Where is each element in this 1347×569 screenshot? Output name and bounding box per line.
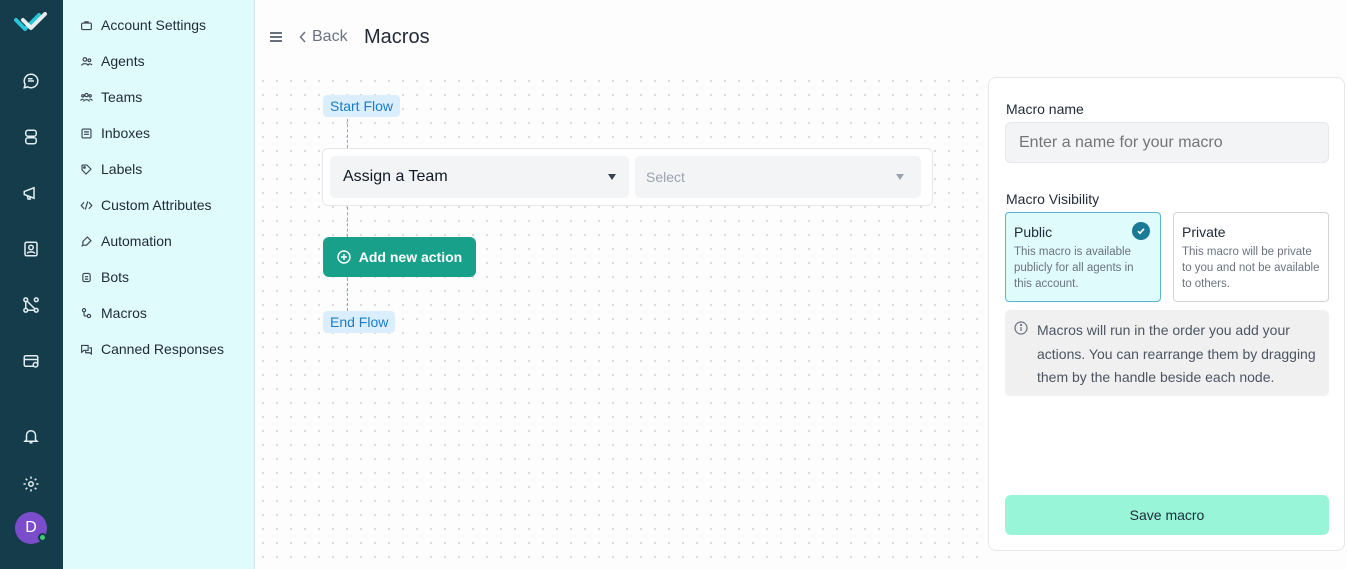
- sidebar-item-label: Agents: [101, 53, 145, 69]
- visibility-option-private[interactable]: Private This macro will be private to yo…: [1173, 212, 1329, 302]
- online-status-dot: [38, 533, 47, 542]
- visibility-option-public[interactable]: Public This macro is available publicly …: [1005, 212, 1161, 302]
- bot-icon: [82, 272, 91, 282]
- page-title: Macros: [364, 26, 430, 48]
- sidebar-item-canned-responses[interactable]: Canned Responses: [80, 338, 224, 360]
- sidebar-item-teams[interactable]: Teams: [80, 86, 142, 108]
- macro-icon: [81, 307, 92, 318]
- sidebar-item-automation[interactable]: Automation: [80, 230, 172, 252]
- info-text: Macros will run in the order you add you…: [1037, 322, 1316, 385]
- action-type-value: Assign a Team: [343, 168, 448, 185]
- macro-name-label: Macro name: [1006, 101, 1084, 117]
- save-macro-button[interactable]: Save macro: [1005, 495, 1329, 535]
- sidebar-item-label: Inboxes: [101, 125, 151, 141]
- start-flow-badge: Start Flow: [323, 95, 401, 117]
- flow-icon[interactable]: [19, 293, 43, 317]
- flow-connector: [347, 119, 348, 148]
- sidebar-item-label: Account Settings: [101, 17, 207, 33]
- back-button[interactable]: Back: [299, 28, 348, 46]
- visibility-option-description: This macro is available publicly for all…: [1014, 246, 1134, 290]
- info-icon: [1014, 321, 1028, 335]
- flow-connector: [347, 278, 348, 311]
- info-callout: Macros will run in the order you add you…: [1005, 310, 1329, 396]
- add-new-action-label: Add new action: [358, 249, 463, 265]
- sidebar-item-custom-attributes[interactable]: Custom Attributes: [80, 194, 212, 216]
- macro-settings-panel: Macro name Macro Visibility Public This …: [988, 77, 1345, 551]
- sidebar-item-label: Canned Responses: [101, 341, 224, 357]
- wallet-icon[interactable]: [19, 349, 43, 373]
- team-icon: [80, 92, 93, 102]
- chat-icon[interactable]: [19, 69, 43, 93]
- flow-connector: [347, 207, 348, 237]
- sidebar-item-account-settings[interactable]: Account Settings: [80, 14, 206, 36]
- caret-down-icon: [896, 174, 904, 180]
- back-label: Back: [312, 28, 348, 45]
- end-flow-badge: End Flow: [323, 311, 396, 333]
- inbox-stack-icon[interactable]: [19, 125, 43, 149]
- sidebar-item-agents[interactable]: Agents: [80, 50, 145, 72]
- check-icon: [1132, 222, 1150, 240]
- sidebar-item-label: Custom Attributes: [101, 197, 212, 213]
- chat-bubbles-icon: [81, 344, 92, 355]
- briefcase-icon: [81, 20, 92, 30]
- caret-down-icon: [608, 174, 616, 180]
- sidebar-item-label: Macros: [101, 305, 147, 321]
- macro-name-input[interactable]: [1005, 122, 1329, 163]
- contacts-icon[interactable]: [19, 237, 43, 261]
- hamburger-menu-icon[interactable]: [269, 30, 283, 44]
- add-new-action-button[interactable]: Add new action: [323, 237, 476, 277]
- settings-sidebar: Account Settings Agents Teams Inboxes La…: [63, 0, 255, 569]
- avatar-initial: D: [25, 519, 37, 536]
- automation-icon: [81, 235, 92, 247]
- tag-icon: [81, 163, 92, 175]
- sidebar-item-labels[interactable]: Labels: [80, 158, 142, 180]
- action-target-select[interactable]: Select: [635, 156, 921, 198]
- sidebar-item-bots[interactable]: Bots: [80, 266, 129, 288]
- sidebar-item-label: Labels: [101, 161, 143, 177]
- sidebar-item-inboxes[interactable]: Inboxes: [80, 122, 150, 144]
- visibility-option-title: Private: [1182, 224, 1226, 240]
- logo-icon[interactable]: [14, 10, 48, 38]
- action-node[interactable]: Assign a Team Select: [322, 148, 933, 206]
- plus-circle-icon: [337, 250, 351, 264]
- sidebar-item-label: Bots: [101, 269, 130, 285]
- sidebar-item-macros[interactable]: Macros: [80, 302, 147, 324]
- app-rail: D: [0, 0, 63, 569]
- bell-icon[interactable]: [19, 424, 43, 448]
- megaphone-icon[interactable]: [19, 181, 43, 205]
- action-type-select[interactable]: Assign a Team: [330, 156, 629, 198]
- macro-visibility-label: Macro Visibility: [1006, 191, 1100, 207]
- gear-icon[interactable]: [19, 472, 43, 496]
- inbox-icon: [81, 127, 92, 139]
- people-icon: [81, 56, 93, 66]
- code-icon: [80, 200, 93, 210]
- sidebar-item-label: Automation: [101, 233, 172, 249]
- visibility-option-description: This macro will be private to you and no…: [1182, 246, 1320, 290]
- action-target-placeholder: Select: [646, 169, 685, 185]
- chevron-left-icon: [299, 31, 306, 43]
- sidebar-item-label: Teams: [101, 89, 143, 105]
